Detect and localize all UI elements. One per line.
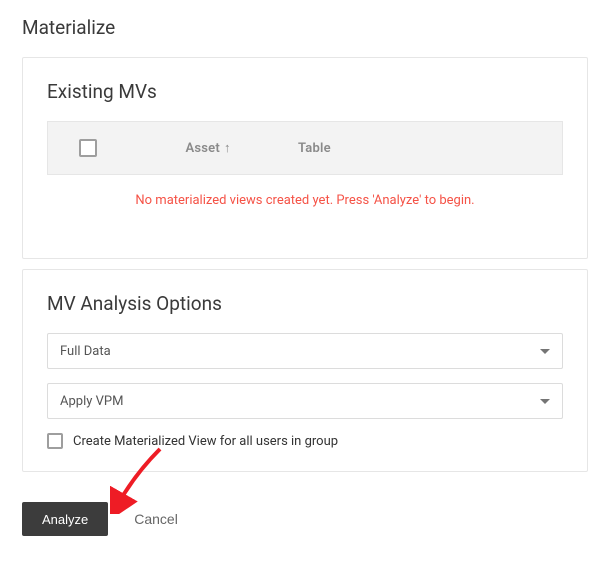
- dialog-title: Materialize: [0, 16, 610, 57]
- chevron-down-icon: [540, 399, 550, 404]
- cancel-button[interactable]: Cancel: [134, 511, 178, 527]
- vpm-value: Apply VPM: [60, 394, 123, 409]
- header-table-cell[interactable]: Table: [298, 141, 552, 156]
- data-scope-value: Full Data: [60, 344, 111, 359]
- existing-mvs-table-header: Asset ↑ Table: [47, 121, 563, 175]
- dialog-actions: Analyze Cancel: [0, 482, 610, 536]
- select-all-checkbox[interactable]: [79, 139, 97, 157]
- data-scope-select[interactable]: Full Data: [47, 333, 563, 369]
- existing-mvs-title: Existing MVs: [47, 80, 563, 103]
- all-users-checkbox[interactable]: [47, 433, 63, 449]
- sort-asc-icon: ↑: [224, 140, 231, 156]
- mv-analysis-options-card: MV Analysis Options Full Data Apply VPM …: [22, 269, 588, 472]
- header-asset-label: Asset: [186, 141, 220, 156]
- header-table-label: Table: [298, 141, 331, 156]
- existing-mvs-card: Existing MVs Asset ↑ Table No materializ…: [22, 57, 588, 259]
- all-users-option-row: Create Materialized View for all users i…: [47, 433, 563, 449]
- chevron-down-icon: [540, 349, 550, 354]
- header-checkbox-cell: [58, 139, 118, 157]
- empty-state-message: No materialized views created yet. Press…: [47, 175, 563, 236]
- header-asset-cell[interactable]: Asset ↑: [118, 140, 298, 156]
- analyze-button[interactable]: Analyze: [22, 502, 108, 536]
- all-users-label: Create Materialized View for all users i…: [73, 434, 338, 449]
- materialize-dialog: Materialize Existing MVs Asset ↑ Table N…: [0, 0, 610, 536]
- options-title: MV Analysis Options: [47, 292, 563, 315]
- vpm-select[interactable]: Apply VPM: [47, 383, 563, 419]
